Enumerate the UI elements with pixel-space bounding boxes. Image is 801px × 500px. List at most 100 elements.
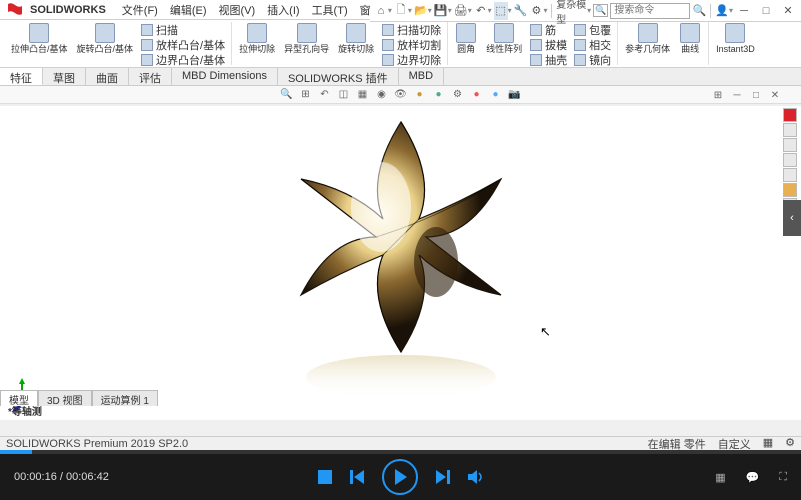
mode-label: 复杂模型 [556, 0, 587, 26]
prev-view-icon[interactable]: ↶ [317, 88, 333, 102]
section-view-icon[interactable]: ◫ [336, 88, 352, 102]
motion-tabs: 模型 3D 视图 运动算例 1 [0, 390, 158, 406]
vp-expand-icon[interactable]: ⊞ [710, 88, 726, 102]
tab-surface[interactable]: 曲面 [86, 68, 129, 85]
menu-insert[interactable]: 插入(I) [261, 0, 305, 20]
open-icon[interactable]: 📂 [414, 2, 428, 20]
menu-edit[interactable]: 编辑(E) [164, 0, 213, 20]
menu-tools[interactable]: 工具(T) [306, 0, 354, 20]
flyout-chevron-left-icon[interactable]: ‹ [783, 200, 801, 236]
extrude-cut-button[interactable]: 拉伸切除 [236, 22, 278, 55]
display-style-icon[interactable]: ◉ [374, 88, 390, 102]
instant3d-button[interactable]: Instant3D [713, 22, 758, 55]
btab-3dview[interactable]: 3D 视图 [38, 390, 92, 406]
taskpane-view-palette-icon[interactable] [783, 168, 797, 182]
rebuild-icon[interactable]: 🔧 [514, 2, 528, 20]
taskpane-resources-icon[interactable] [783, 123, 797, 137]
mirror-button[interactable]: 镜向 [572, 52, 613, 67]
stop-button[interactable] [318, 470, 332, 484]
loft-cut-button[interactable]: 放样切割 [380, 37, 443, 52]
ref-geometry-button[interactable]: 参考几何体 [622, 22, 673, 55]
video-player-bar: 00:00:16 / 00:06:42 ▦ 💬 ⛶ [0, 450, 801, 500]
intersect-button[interactable]: 相交 [572, 37, 613, 52]
home-icon[interactable]: ⌂ [374, 2, 388, 20]
new-icon[interactable]: 🗋 [394, 2, 408, 20]
search-go-icon[interactable]: 🔍 [692, 2, 706, 20]
linear-pattern-button[interactable]: 线性阵列 [483, 22, 525, 55]
tab-mbd[interactable]: MBD [399, 68, 444, 85]
fullscreen-icon[interactable]: ⛶ [779, 471, 787, 484]
taskpane-appearances-icon[interactable] [783, 183, 797, 197]
render2-icon[interactable]: ● [488, 88, 504, 102]
shell-button[interactable]: 抽壳 [528, 52, 569, 67]
curves-button[interactable]: 曲线 [676, 22, 704, 55]
tab-mbd-dim[interactable]: MBD Dimensions [172, 68, 278, 85]
draft-button[interactable]: 拔模 [528, 37, 569, 52]
maximize-icon[interactable]: □ [757, 2, 775, 20]
tab-features[interactable]: 特征 [0, 68, 43, 85]
btab-model[interactable]: 模型 [0, 390, 38, 406]
hole-wizard-button[interactable]: 异型孔向导 [281, 22, 332, 55]
quick-access-toolbar: ⌂▾ 🗋▾ 📂▾ 💾▾ 🖨▾ ↶▾ ⬚▾ 🔧 ⚙▾ 复杂模型▾ 🔍 🔍 👤▾ ─… [370, 0, 801, 22]
revolve-cut-button[interactable]: 旋转切除 [335, 22, 377, 55]
loft-button[interactable]: 放样凸台/基体 [139, 37, 227, 52]
revolve-boss-button[interactable]: 旋转凸台/基体 [74, 22, 137, 55]
menu-file[interactable]: 文件(F) [116, 0, 164, 20]
prev-button[interactable] [350, 470, 364, 484]
taskpane-home-icon[interactable] [783, 108, 797, 122]
task-pane [783, 108, 799, 212]
zoom-area-icon[interactable]: ⊞ [298, 88, 314, 102]
options-icon[interactable]: ⚙ [530, 2, 544, 20]
model-geometry [271, 107, 531, 407]
comment-icon[interactable]: 💬 [746, 471, 760, 484]
viewport-window-controls: ⊞ ─ □ ✕ [710, 88, 783, 102]
btab-motion[interactable]: 运动算例 1 [92, 390, 158, 406]
apply-scene-icon[interactable]: ● [431, 88, 447, 102]
ribbon-tabs: 特征 草图 曲面 评估 MBD Dimensions SOLIDWORKS 插件… [0, 68, 801, 86]
boundary-button[interactable]: 边界凸台/基体 [139, 52, 227, 67]
search-input[interactable] [610, 3, 690, 19]
heads-up-toolbar: 🔍 ⊞ ↶ ◫ ▦ ◉ 👁 ● ● ⚙ ● ● 📷 ⊞ ─ □ ✕ [0, 86, 801, 104]
vp-min-icon[interactable]: ─ [729, 88, 745, 102]
edit-appearance-icon[interactable]: ● [412, 88, 428, 102]
tab-sketch[interactable]: 草图 [43, 68, 86, 85]
taskpane-design-lib-icon[interactable] [783, 138, 797, 152]
vp-close-icon[interactable]: ✕ [767, 88, 783, 102]
app-logo [4, 1, 26, 19]
extrude-boss-button[interactable]: 拉伸凸台/基体 [8, 22, 71, 55]
ribbon-toolbar: 拉伸凸台/基体 旋转凸台/基体 扫描 放样凸台/基体 边界凸台/基体 拉伸切除 … [0, 20, 801, 68]
user-icon[interactable]: 👤 [715, 2, 729, 20]
close-icon[interactable]: ✕ [779, 2, 797, 20]
minimize-icon[interactable]: ─ [735, 2, 753, 20]
ribbon-group-boss: 拉伸凸台/基体 旋转凸台/基体 扫描 放样凸台/基体 边界凸台/基体 [4, 22, 232, 65]
capture-icon[interactable]: 📷 [507, 88, 523, 102]
taskpane-file-explorer-icon[interactable] [783, 153, 797, 167]
sweep-button[interactable]: 扫描 [139, 22, 227, 37]
select-icon[interactable]: ⬚ [494, 2, 508, 20]
boundary-cut-button[interactable]: 边界切除 [380, 52, 443, 67]
gallery-icon[interactable]: ▦ [715, 471, 725, 484]
fillet-button[interactable]: 圆角 [452, 22, 480, 55]
view-orient-icon[interactable]: ▦ [355, 88, 371, 102]
tab-evaluate[interactable]: 评估 [129, 68, 172, 85]
play-button[interactable] [382, 459, 418, 495]
render-icon[interactable]: ● [469, 88, 485, 102]
graphics-viewport[interactable]: ↖ *等轴测 模型 3D 视图 运动算例 1 [0, 106, 801, 420]
tab-addins[interactable]: SOLIDWORKS 插件 [278, 68, 399, 85]
status-version: SOLIDWORKS Premium 2019 SP2.0 [6, 438, 188, 450]
zoom-fit-icon[interactable]: 🔍 [279, 88, 295, 102]
hide-show-icon[interactable]: 👁 [393, 88, 409, 102]
next-button[interactable] [436, 470, 450, 484]
sweep-cut-button[interactable]: 扫描切除 [380, 22, 443, 37]
time-display: 00:00:16 / 00:06:42 [14, 471, 109, 483]
progress-track[interactable] [0, 450, 801, 454]
save-icon[interactable]: 💾 [434, 2, 448, 20]
undo-icon[interactable]: ↶ [474, 2, 488, 20]
vp-max-icon[interactable]: □ [748, 88, 764, 102]
menu-view[interactable]: 视图(V) [213, 0, 262, 20]
status-bar: SOLIDWORKS Premium 2019 SP2.0 在编辑 零件 自定义… [0, 436, 801, 450]
print-icon[interactable]: 🖨 [454, 2, 468, 20]
view-settings-icon[interactable]: ⚙ [450, 88, 466, 102]
ribbon-group-ref: 参考几何体 曲线 [618, 22, 709, 65]
volume-button[interactable] [468, 470, 484, 484]
